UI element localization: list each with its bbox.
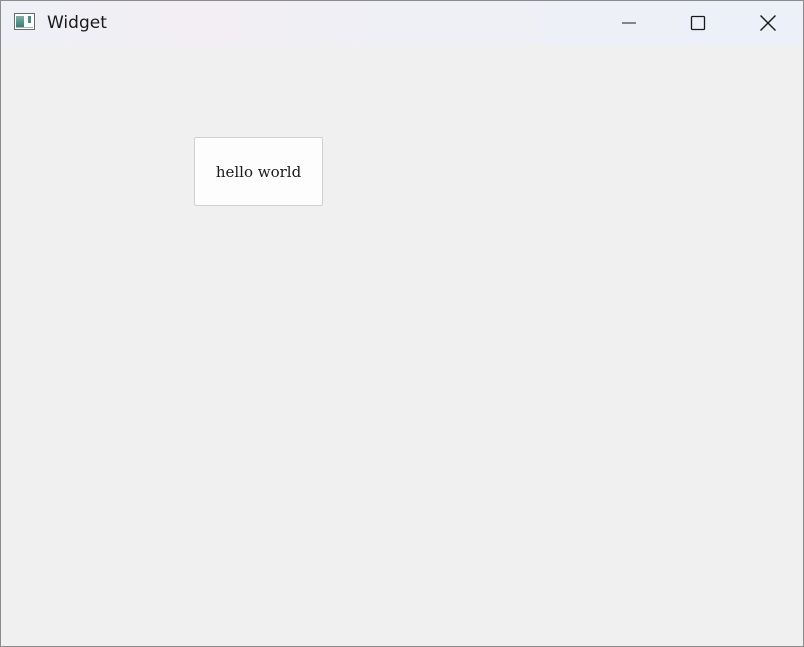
close-button[interactable] <box>733 1 802 45</box>
widget-window: Widget hello world <box>0 0 804 647</box>
widget-client-area: hello world <box>1 45 803 646</box>
minimize-icon <box>621 22 636 24</box>
window-title: Widget <box>47 13 107 33</box>
minimize-button[interactable] <box>594 1 663 45</box>
app-icon-pane-left <box>16 16 24 27</box>
app-icon[interactable] <box>14 13 35 30</box>
app-icon-pane-right <box>28 16 31 23</box>
title-bar[interactable]: Widget <box>1 1 803 45</box>
maximize-icon <box>690 15 705 31</box>
maximize-button[interactable] <box>663 1 732 45</box>
hello-world-button[interactable]: hello world <box>194 137 323 206</box>
close-icon <box>759 15 776 31</box>
app-icon-pane-bottom <box>16 27 33 28</box>
